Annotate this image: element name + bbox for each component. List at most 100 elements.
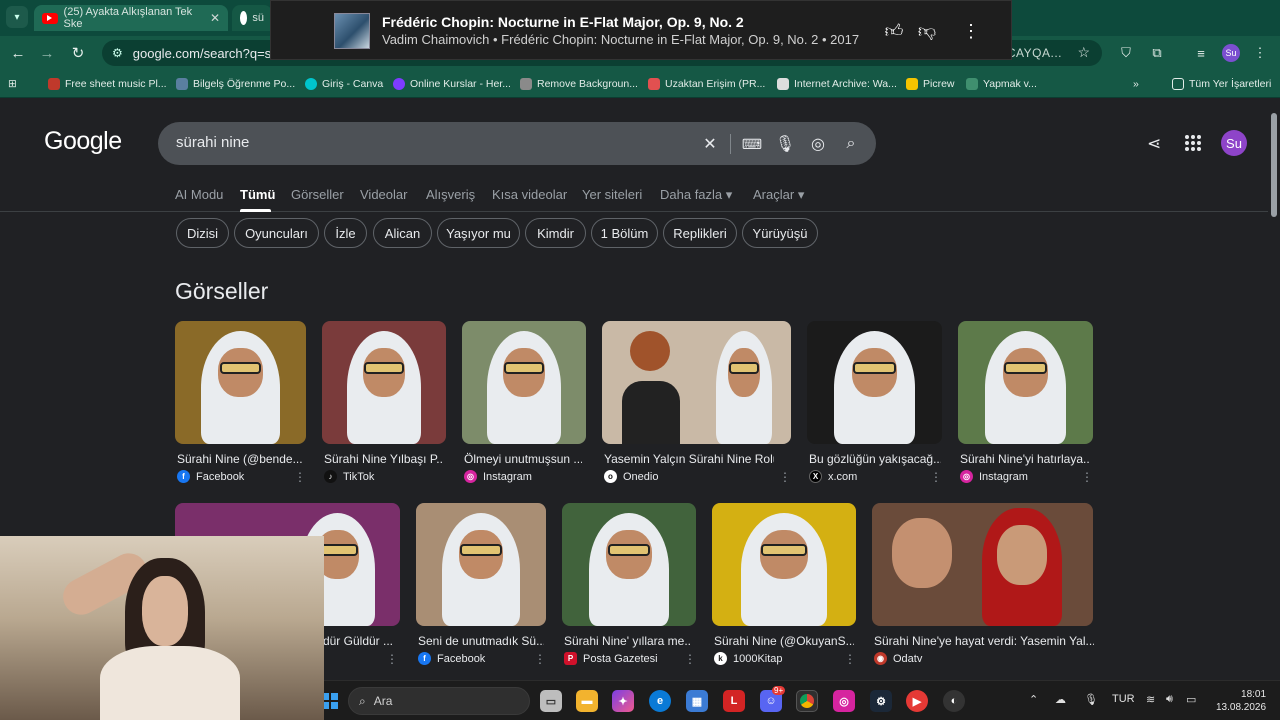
google-logo[interactable]: Google	[44, 127, 122, 156]
tab-youtube[interactable]: (25) Ayakta Alkışlanan Tek Ske ✕	[34, 5, 228, 31]
chip-alican[interactable]: Alican	[373, 218, 432, 248]
file-explorer-icon[interactable]: ▬	[576, 690, 598, 712]
result-thumbnail[interactable]	[712, 503, 856, 626]
image-result[interactable]: Bu gözlüğün yakışacağ... Xx.com ⋮	[807, 321, 942, 484]
tab-websites[interactable]: Yer siteleri	[582, 187, 642, 202]
tab-ai-mode[interactable]: AI Modu	[175, 187, 223, 202]
menu-icon[interactable]: ⋮	[1252, 45, 1268, 61]
bookmark-item[interactable]: Yapmak v...	[966, 76, 1037, 92]
image-result[interactable]: Sürahi Nine (@bende... f Facebook ⋮	[175, 321, 306, 484]
chip-yuruyusu[interactable]: Yürüyüşü	[742, 218, 818, 248]
keyboard-icon[interactable]: ⌨	[742, 134, 762, 154]
chip-1-bolum[interactable]: 1 Bölüm	[591, 218, 658, 248]
tab-more[interactable]: Daha fazla ▾	[660, 187, 732, 203]
result-caption[interactable]: Seni de unutmadık Sü...	[418, 634, 544, 648]
chevron-up-icon[interactable]: ⌃	[1029, 693, 1038, 706]
onedrive-icon[interactable]: ☁	[1055, 693, 1066, 706]
chip-kimdir[interactable]: Kimdir	[525, 218, 586, 248]
taskbar-search[interactable]: ⌕ Ara	[348, 687, 530, 715]
more-options-icon[interactable]: ⋮	[386, 652, 398, 666]
result-thumbnail[interactable]	[807, 321, 942, 444]
apps-shortcut-icon[interactable]: ⊞	[8, 76, 17, 92]
result-source[interactable]: ◉ Odatv	[874, 652, 922, 665]
close-icon[interactable]: ✕	[210, 11, 220, 25]
tab-tools[interactable]: Araçlar ▾	[753, 187, 804, 203]
result-source[interactable]: ♪ TikTok	[324, 470, 374, 483]
bookmark-item[interactable]: Free sheet music Pl...	[48, 76, 167, 92]
scrollbar-thumb[interactable]	[1271, 113, 1277, 217]
more-options-icon[interactable]: ⋮	[779, 470, 791, 484]
extensions-icon[interactable]: ⧉	[1149, 45, 1165, 61]
share-icon[interactable]: ⋖	[1147, 134, 1161, 154]
result-thumbnail[interactable]	[872, 503, 1093, 626]
bookmark-item[interactable]: Picrew	[906, 76, 955, 92]
result-caption[interactable]: Sürahi Nine' yıllara me...	[564, 634, 692, 648]
volume-icon[interactable]: 🔊︎	[1166, 693, 1173, 706]
result-thumbnail[interactable]	[958, 321, 1093, 444]
tab-images[interactable]: Görseller	[291, 187, 344, 202]
start-button[interactable]	[322, 693, 338, 709]
shield-icon[interactable]: ⛉	[1118, 45, 1134, 61]
microphone-icon[interactable]: 🎙︎	[775, 134, 795, 154]
tab-shopping[interactable]: Alışveriş	[426, 187, 475, 202]
result-source[interactable]: f Facebook	[418, 652, 485, 665]
result-caption[interactable]: Bu gözlüğün yakışacağ...	[809, 452, 941, 466]
image-result[interactable]: Seni de unutmadık Sü... f Facebook ⋮	[416, 503, 546, 666]
result-caption[interactable]: Ölmeyi unutmuşsun ...	[464, 452, 582, 466]
obs-icon[interactable]: ◐	[943, 690, 965, 712]
result-thumbnail[interactable]	[322, 321, 446, 444]
lens-icon[interactable]: ◎	[808, 134, 828, 154]
image-result[interactable]: Sürahi Nine (@OkuyanS... k 1000Kitap ⋮	[712, 503, 856, 666]
bookmark-item[interactable]: Giriş - Canva	[305, 76, 383, 92]
chrome-icon[interactable]	[796, 690, 818, 712]
reload-button[interactable]: ↻	[68, 43, 88, 63]
bookmark-star-icon[interactable]: ☆	[1077, 44, 1090, 61]
search-query[interactable]: sürahi nine	[176, 134, 249, 151]
task-view-icon[interactable]: ▭	[540, 690, 562, 712]
more-options-icon[interactable]: ⋮	[534, 652, 546, 666]
edge-icon[interactable]: e	[649, 690, 671, 712]
tab-search-button[interactable]: ▾	[6, 6, 28, 28]
result-thumbnail[interactable]	[562, 503, 696, 626]
image-result[interactable]: Sürahi Nine'ye hayat verdi: Yasemin Yal.…	[872, 503, 1094, 665]
more-options-icon[interactable]: ⋮	[959, 19, 983, 43]
image-result[interactable]: Sürahi Nine Yılbaşı P... ♪ TikTok	[322, 321, 446, 483]
search-box[interactable]: sürahi nine ✕ ⌨ 🎙︎ ◎ ⌕	[158, 122, 876, 165]
media-control-icon[interactable]: ≡	[1193, 45, 1209, 61]
site-info-icon[interactable]: ⚙	[112, 46, 123, 60]
image-result[interactable]: Sürahi Nine'yi hatırlaya... ◎ Instagram ⋮	[958, 321, 1093, 484]
youtube-music-icon[interactable]: ▶	[906, 690, 928, 712]
thumbs-up-icon[interactable]: 👍︎	[882, 19, 906, 43]
image-result[interactable]: Yasemin Yalçın Sürahi Nine Rolün... oOne…	[602, 321, 791, 484]
google-apps-icon[interactable]	[1185, 135, 1201, 151]
search-icon[interactable]: ⌕	[841, 134, 861, 154]
chip-dizisi[interactable]: Dizisi	[176, 218, 229, 248]
bookmark-item[interactable]: Remove Backgroun...	[520, 76, 638, 92]
microphone-icon[interactable]: 🎙︎	[1084, 693, 1098, 706]
result-source[interactable]: Xx.com	[809, 470, 857, 483]
result-source[interactable]: k 1000Kitap	[714, 652, 783, 665]
result-thumbnail[interactable]	[462, 321, 586, 444]
result-caption[interactable]: Sürahi Nine Yılbaşı P...	[324, 452, 442, 466]
result-thumbnail[interactable]	[416, 503, 546, 626]
instagram-icon[interactable]: ◎	[833, 690, 855, 712]
more-options-icon[interactable]: ⋮	[1081, 470, 1093, 484]
bookmark-item[interactable]: Bilgelş Öğrenme Po...	[176, 76, 295, 92]
result-source[interactable]: P Posta Gazetesi	[564, 652, 658, 665]
chip-izle[interactable]: İzle	[324, 218, 367, 248]
back-button[interactable]: ←	[8, 43, 28, 63]
result-caption[interactable]: Sürahi Nine (@OkuyanS...	[714, 634, 854, 648]
chip-replikleri[interactable]: Replikleri	[663, 218, 737, 248]
clear-icon[interactable]: ✕	[700, 134, 720, 154]
store-icon[interactable]: ▦	[686, 690, 708, 712]
lightshot-icon[interactable]: L	[723, 690, 745, 712]
result-source[interactable]: f Facebook	[177, 470, 244, 483]
tab-videos[interactable]: Videolar	[360, 187, 407, 202]
result-source[interactable]: o Onedio	[604, 470, 658, 483]
result-source[interactable]: ◎ Instagram	[960, 470, 1028, 483]
more-bookmarks-button[interactable]: »	[1133, 76, 1139, 92]
result-caption[interactable]: Sürahi Nine'ye hayat verdi: Yasemin Yal.…	[874, 634, 1094, 648]
result-thumbnail[interactable]	[175, 321, 306, 444]
tab-google[interactable]: sü	[232, 5, 272, 31]
bookmark-item[interactable]: Uzaktan Erişim (PR...	[648, 76, 765, 92]
